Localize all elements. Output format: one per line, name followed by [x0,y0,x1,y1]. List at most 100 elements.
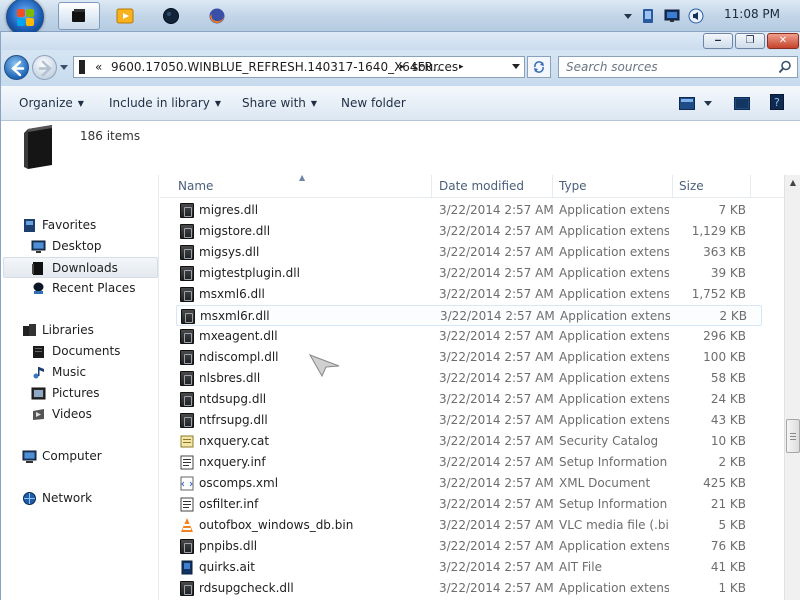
back-button[interactable] [4,55,29,80]
file-row[interactable]: migsys.dll 3/22/2014 2:57 AM Application e… [176,242,762,263]
file-type: Application extens... [559,224,669,238]
taskbar-app-dark[interactable] [150,2,192,30]
file-row[interactable]: ndiscompl.dll 3/22/2014 2:57 AM Applicatio… [176,347,762,368]
address-bar[interactable]: « 9600.17050.WINBLUE_REFRESH.140317-1640… [73,56,525,78]
file-row[interactable]: quirks.ait 3/22/2014 2:57 AM AIT File 41 KB [176,557,762,578]
share-with-menu[interactable]: Share with ▼ [242,96,317,110]
volume-icon[interactable] [688,8,704,24]
file-row[interactable]: migres.dll 3/22/2014 2:57 AM Application e… [176,200,762,221]
maximize-button[interactable]: ❐ [735,33,765,49]
file-size: 100 KB [703,350,746,364]
file-type: Application extens... [559,287,669,301]
include-in-library-menu[interactable]: Include in library ▼ [109,96,221,110]
navigation-pane: Favorites Desktop Downloads Recent Place… [1,175,159,600]
explorer-window: ‒ ❐ ✕ « 9600.17050.WINBLUE_REFRESH.14031… [0,32,800,600]
file-name: nxquery.cat [199,434,270,448]
taskbar-clock[interactable]: 11:08 PM [724,7,780,21]
help-icon[interactable]: ? [770,94,784,110]
file-type: Application extens... [559,245,669,259]
dll-icon [180,539,194,554]
nav-libraries[interactable]: Libraries [21,320,141,341]
breadcrumb-separator-end[interactable]: ▸ [459,57,464,77]
include-in-library-dropdown-icon: ▼ [214,99,222,108]
file-row[interactable]: migtestplugin.dll 3/22/2014 2:57 AM Applic… [176,263,762,284]
scroll-up-arrow-icon[interactable]: ▲ [785,175,800,191]
column-header-size[interactable]: Size [673,175,751,198]
recent-places-icon [33,282,44,294]
address-overflow-chevron[interactable]: « [95,57,102,77]
nav-documents[interactable]: Documents [31,341,151,362]
minimize-button[interactable]: ‒ [703,33,733,49]
column-header-date-modified[interactable]: Date modified [433,175,553,198]
nav-computer[interactable]: Computer [21,446,141,467]
network-icon[interactable] [664,8,680,24]
dll-icon [181,309,195,324]
file-row[interactable]: mxeagent.dll 3/22/2014 2:57 AM Application… [176,326,762,347]
title-bar[interactable]: ‒ ❐ ✕ [1,32,800,50]
nav-pictures[interactable]: Pictures [31,383,151,404]
file-row[interactable]: msxml6r.dll 3/22/2014 2:57 AM Application … [176,305,762,326]
column-header-name[interactable]: Name [172,175,432,198]
file-row[interactable]: ntfrsupg.dll 3/22/2014 2:57 AM Application… [176,410,762,431]
navigation-bar: « 9600.17050.WINBLUE_REFRESH.140317-1640… [1,50,800,86]
search-icon[interactable] [778,60,792,74]
search-input[interactable] [559,57,769,77]
taskbar-app-media-player[interactable] [104,2,146,30]
preview-pane-icon[interactable] [734,97,750,110]
file-row[interactable]: pnpibs.dll 3/22/2014 2:57 AM Application e… [176,536,762,557]
show-hidden-icons-icon[interactable] [620,8,636,24]
taskbar-app-firefox[interactable] [196,2,238,30]
scrollbar-thumb[interactable] [786,419,800,453]
videos-icon [33,409,44,420]
organize-menu[interactable]: Organize ▼ [19,96,84,110]
taskbar-app-explorer[interactable] [58,2,100,30]
recent-pages-dropdown-icon[interactable] [60,65,68,71]
start-button[interactable] [6,0,44,36]
file-name: ntdsupg.dll [199,392,267,406]
documents-icon [33,346,44,358]
search-box[interactable] [558,56,798,78]
nav-desktop[interactable]: Desktop [31,236,141,257]
breadcrumb-current-folder[interactable]: sources [412,57,458,77]
file-size: 41 KB [710,560,746,574]
file-list: ▲ Name Date modified Type Size migres.dl… [160,175,784,600]
dll-icon [180,203,194,218]
new-folder-button[interactable]: New folder [341,96,406,110]
nav-favorites[interactable]: Favorites [21,215,141,236]
breadcrumb-parent-folder[interactable]: 9600.17050.WINBLUE_REFRESH.140317-1640_X… [111,57,444,77]
nav-music[interactable]: Music [31,362,151,383]
breadcrumb-separator[interactable]: ▸ [400,57,405,77]
change-view-icon[interactable] [679,97,695,110]
file-date-modified: 3/22/2014 2:57 AM [439,392,554,406]
file-row[interactable]: osfilter.inf 3/22/2014 2:57 AM Setup Infor… [176,494,762,515]
file-row[interactable]: oscomps.xml 3/22/2014 2:57 AM XML Document… [176,473,762,494]
nav-recent-places[interactable]: Recent Places [31,278,151,299]
file-row[interactable]: outofbox_windows_db.bin 3/22/2014 2:57 AM… [176,515,762,536]
file-row[interactable]: msxml6.dll 3/22/2014 2:57 AM Application e… [176,284,762,305]
file-row[interactable]: ntdsupg.dll 3/22/2014 2:57 AM Application … [176,389,762,410]
nav-network[interactable]: Network [21,488,141,509]
nav-downloads[interactable]: Downloads [3,257,158,278]
file-size: 5 KB [718,518,746,532]
refresh-button[interactable] [527,56,551,78]
file-row[interactable]: nlsbres.dll 3/22/2014 2:57 AM Application … [176,368,762,389]
file-size: 24 KB [710,392,746,406]
nav-videos[interactable]: Videos [31,404,151,425]
address-history-dropdown-icon[interactable] [512,64,520,70]
column-header-type[interactable]: Type [553,175,673,198]
file-row[interactable]: nxquery.inf 3/22/2014 2:57 AM Setup Inform… [176,452,762,473]
file-row[interactable]: migstore.dll 3/22/2014 2:57 AM Application… [176,221,762,242]
file-date-modified: 3/22/2014 2:57 AM [439,287,554,301]
file-row[interactable]: nxquery.cat 3/22/2014 2:57 AM Security Cat… [176,431,762,452]
close-button[interactable]: ✕ [767,33,799,49]
nav-network-label: Network [42,491,93,505]
dll-icon [180,224,194,239]
file-row[interactable]: rdsupgcheck.dll 3/22/2014 2:57 AM Applicat… [176,578,762,599]
vertical-scrollbar[interactable]: ▲ [784,175,800,600]
file-name: migres.dll [199,203,259,217]
file-type: Application extens... [559,371,669,385]
forward-button[interactable] [32,55,57,80]
view-options-dropdown-icon[interactable] [704,101,712,107]
nav-documents-label: Documents [52,344,121,358]
action-center-icon[interactable] [640,8,656,24]
